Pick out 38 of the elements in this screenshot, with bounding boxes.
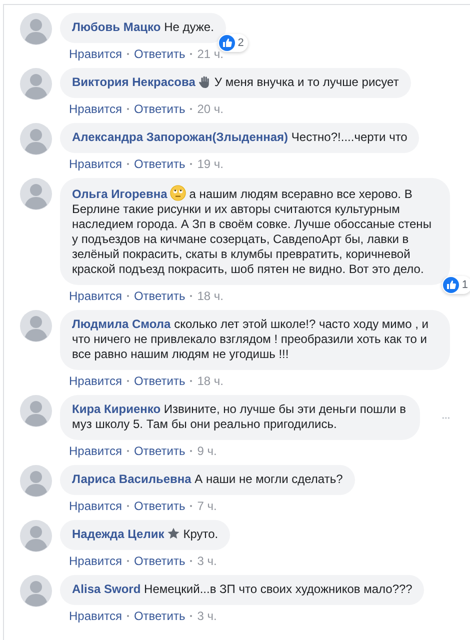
author-link[interactable]: Ольга Игоревна (72, 187, 168, 201)
comment-text: Alisa Sword Немецкий...в ЗП что своих художников мало??? (72, 582, 412, 597)
comment-text: Любовь Мацко Не дуже. (72, 20, 214, 35)
comment-text: Виктория Некрасова У меня внучка и то лучше рисует (72, 75, 399, 90)
comment-text: Надежда Целик Круто. (72, 527, 218, 542)
comment-text: Кира Кириенко Извините, но лучше бы эти деньги пошли в муз школу 5. Там бы они реально пригодились. (72, 402, 408, 432)
like-link[interactable]: Нравится (69, 609, 122, 623)
comment-text: Александра Запорожан(Злыденная) Честно?!....черти что (72, 130, 408, 145)
like-link[interactable]: Нравится (69, 374, 122, 388)
comment-text: Людмила Смола сколько лет этой школе!? часто ходу мимо , и что ничего не привлекало взглядом ! преобразили хоть как то и все равно нашим людям не угодишь !!! (72, 317, 430, 362)
reply-link[interactable]: Ответить (134, 554, 186, 568)
comment-text: Лариса Васильевна А наши не могли сделать? (72, 472, 343, 487)
author-link[interactable]: Людмила Смола (72, 317, 171, 331)
author-link[interactable]: Надежда Целик (72, 527, 164, 541)
like-link[interactable]: Нравится (69, 444, 122, 458)
reply-link[interactable]: Ответить (134, 609, 186, 623)
like-link[interactable]: Нравится (69, 47, 122, 61)
reaction-count[interactable]: 1 (442, 276, 470, 294)
reply-link[interactable]: Ответить (134, 444, 186, 458)
author-link[interactable]: Любовь Мацко (72, 20, 161, 34)
author-link[interactable]: Лариса Васильевна (72, 472, 192, 486)
like-link[interactable]: Нравится (69, 102, 122, 116)
author-link[interactable]: Александра Запорожан(Злыденная) (72, 130, 288, 144)
like-link[interactable]: Нравится (69, 499, 122, 513)
reply-link[interactable]: Ответить (134, 499, 186, 513)
reply-link[interactable]: Ответить (134, 102, 186, 116)
reply-link[interactable]: Ответить (134, 374, 186, 388)
author-link[interactable]: Alisa Sword (72, 582, 141, 596)
like-link[interactable]: Нравится (69, 157, 122, 171)
like-link[interactable]: Нравится (69, 289, 122, 303)
author-link[interactable]: Кира Кириенко (72, 402, 161, 416)
reply-link[interactable]: Ответить (134, 289, 186, 303)
reaction-count[interactable]: 2 (218, 34, 248, 52)
reply-link[interactable]: Ответить (134, 47, 186, 61)
comment-text: Ольга Игоревна а нашим людям всеравно все херово. В Берлине такие рисунки и их авторы считаются культурным наследием города. А Зп в своём совке. Лучше обоссаные стены у подъездов на кичмане созерцать, СавдепоАрт бы, лавки в зелёный покрасить, скаты в клумбы превратить, коричневой краской подъезд покрасить, шоб пятен не видно. Вот это дело. (72, 185, 432, 277)
like-link[interactable]: Нравится (69, 554, 122, 568)
author-link[interactable]: Виктория Некрасова (72, 75, 196, 89)
reply-link[interactable]: Ответить (134, 157, 186, 171)
